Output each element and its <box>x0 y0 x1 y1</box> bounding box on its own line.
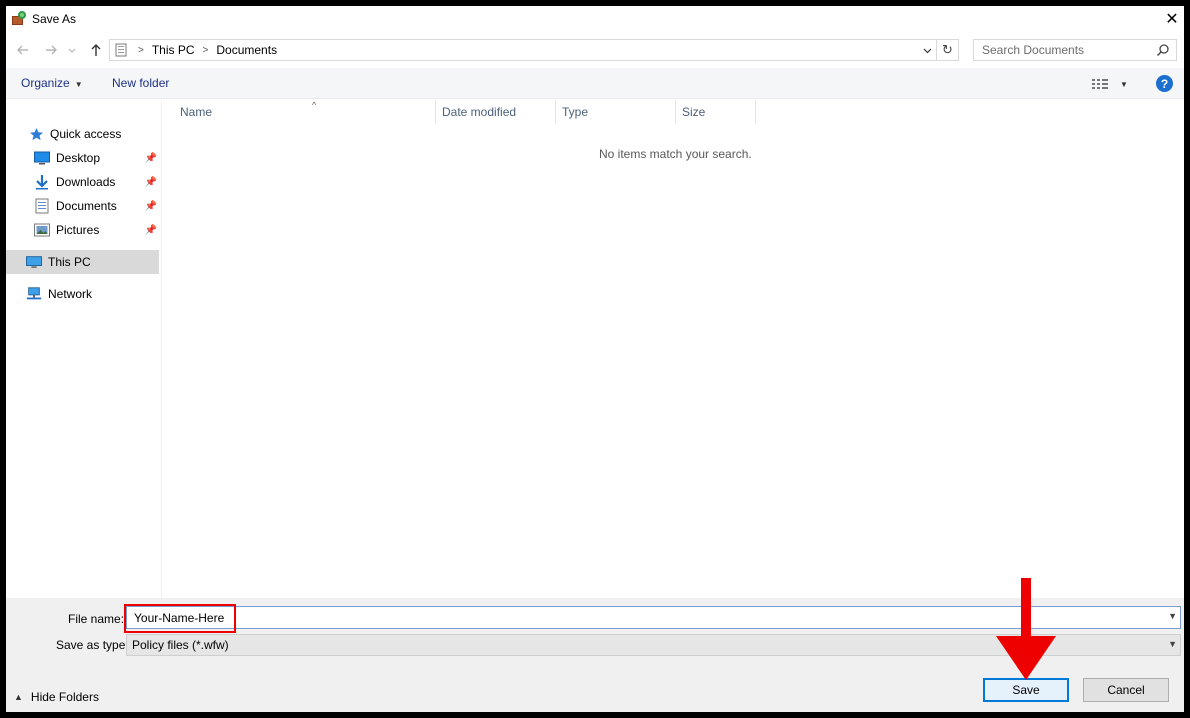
organize-button[interactable]: Organize ▼ <box>21 76 83 90</box>
nav-item-label: Quick access <box>50 127 122 141</box>
column-header-type[interactable]: Type <box>556 100 676 124</box>
nav-item-network[interactable]: Network <box>6 282 159 306</box>
save-as-type-label: Save as type: <box>56 638 129 652</box>
nav-item-label: Documents <box>56 199 117 213</box>
save-button[interactable]: Save <box>983 678 1069 702</box>
view-options-dropdown-icon[interactable]: ▼ <box>1120 80 1128 89</box>
command-bar: Organize ▼ New folder ▼ ? <box>6 68 1184 99</box>
file-name-input[interactable] <box>127 607 1147 628</box>
title-bar: Save As ✕ <box>6 6 1184 32</box>
close-icon: ✕ <box>1165 11 1179 28</box>
column-header-label: Name <box>180 105 213 119</box>
pin-icon[interactable]: 📌 <box>145 224 157 236</box>
search-input[interactable] <box>974 40 1144 60</box>
caret-down-icon: ▼ <box>74 80 83 89</box>
navigation-pane: Quick access Desktop 📌 Downloads 📌 Docum… <box>6 100 162 598</box>
back-arrow-icon <box>17 45 28 55</box>
back-button[interactable] <box>15 42 31 58</box>
column-header-size[interactable]: Size <box>676 100 756 124</box>
nav-item-label: Desktop <box>56 151 101 165</box>
file-list: Name ^ Date modified Type Size No items … <box>163 100 1184 598</box>
sort-ascending-icon: ^ <box>312 100 317 110</box>
computer-icon <box>26 254 42 270</box>
chevron-down-icon <box>68 48 76 53</box>
breadcrumb-documents[interactable]: Documents <box>216 43 277 57</box>
pin-icon[interactable]: 📌 <box>145 200 157 212</box>
column-header-date-modified[interactable]: Date modified <box>436 100 556 124</box>
breadcrumb-separator-icon: > <box>202 44 209 56</box>
desktop-icon <box>34 150 50 166</box>
search-icon <box>1156 44 1169 57</box>
file-name-field[interactable]: ▼ <box>126 606 1181 629</box>
column-header-label: Type <box>562 105 589 119</box>
chevron-down-icon: ▼ <box>1168 639 1177 649</box>
empty-state-message: No items match your search. <box>599 147 752 161</box>
column-header-name[interactable]: Name ^ <box>174 100 436 124</box>
breadcrumb: > This PC > Documents <box>130 43 277 57</box>
cancel-button[interactable]: Cancel <box>1083 678 1169 702</box>
chevron-down-icon[interactable]: ▼ <box>1168 611 1177 621</box>
search-box[interactable] <box>973 39 1177 61</box>
address-bar[interactable]: > This PC > Documents ↻ <box>109 39 959 61</box>
refresh-icon: ↻ <box>942 42 953 57</box>
forward-button[interactable] <box>43 42 59 58</box>
change-view-button[interactable]: ▼ <box>1092 76 1128 92</box>
save-as-type-value: Policy files (*.wfw) <box>132 638 229 652</box>
download-icon <box>34 174 50 190</box>
pin-icon[interactable]: 📌 <box>145 176 157 188</box>
app-icon <box>12 11 26 25</box>
address-history-button[interactable] <box>920 43 934 57</box>
hide-folders-label: Hide Folders <box>30 690 99 704</box>
hide-folders-button[interactable]: ▲ Hide Folders <box>14 690 99 704</box>
up-button[interactable] <box>88 42 104 58</box>
save-as-dialog: Save As ✕ > This PC > Documents ↻ Search… <box>6 6 1184 712</box>
document-icon <box>34 198 50 214</box>
save-as-type-select[interactable]: Policy files (*.wfw) ▼ <box>126 634 1181 656</box>
nav-item-label: Downloads <box>56 175 116 189</box>
details-view-icon <box>1092 79 1108 89</box>
new-folder-label: New folder <box>112 76 170 90</box>
refresh-button[interactable]: ↻ <box>936 40 958 60</box>
nav-item-label: Network <box>48 287 93 301</box>
close-button[interactable]: ✕ <box>1160 6 1184 32</box>
nav-item-desktop[interactable]: Desktop 📌 <box>6 146 159 170</box>
nav-item-label: Pictures <box>56 223 100 237</box>
help-button[interactable]: ? <box>1156 75 1173 92</box>
this-pc-icon <box>115 43 127 57</box>
help-icon: ? <box>1160 76 1169 91</box>
star-icon <box>28 126 44 142</box>
navigation-bar: > This PC > Documents ↻ <box>6 34 1184 66</box>
nav-item-label: This PC <box>48 255 91 269</box>
pictures-icon <box>34 222 50 238</box>
chevron-up-icon: ▲ <box>14 692 23 702</box>
recent-locations-button[interactable] <box>67 42 77 58</box>
window-title: Save As <box>32 12 77 26</box>
network-icon <box>26 286 42 302</box>
nav-item-downloads[interactable]: Downloads 📌 <box>6 170 159 194</box>
nav-item-this-pc[interactable]: This PC <box>6 250 159 274</box>
new-folder-button[interactable]: New folder <box>112 76 169 90</box>
breadcrumb-separator-icon: > <box>138 44 144 56</box>
pin-icon[interactable]: 📌 <box>145 152 157 164</box>
up-arrow-icon <box>91 44 101 56</box>
save-options-panel: File name: ▼ Save as type: Policy files … <box>6 598 1184 712</box>
nav-item-documents[interactable]: Documents 📌 <box>6 194 159 218</box>
nav-item-quick-access[interactable]: Quick access <box>6 122 159 146</box>
file-name-label: File name: <box>68 612 125 626</box>
column-header-label: Date modified <box>442 105 517 119</box>
nav-item-pictures[interactable]: Pictures 📌 <box>6 218 159 242</box>
column-header-label: Size <box>682 105 706 119</box>
organize-label: Organize <box>21 76 70 90</box>
chevron-down-icon <box>923 48 931 53</box>
breadcrumb-this-pc[interactable]: This PC <box>152 43 195 57</box>
forward-arrow-icon <box>46 45 57 55</box>
